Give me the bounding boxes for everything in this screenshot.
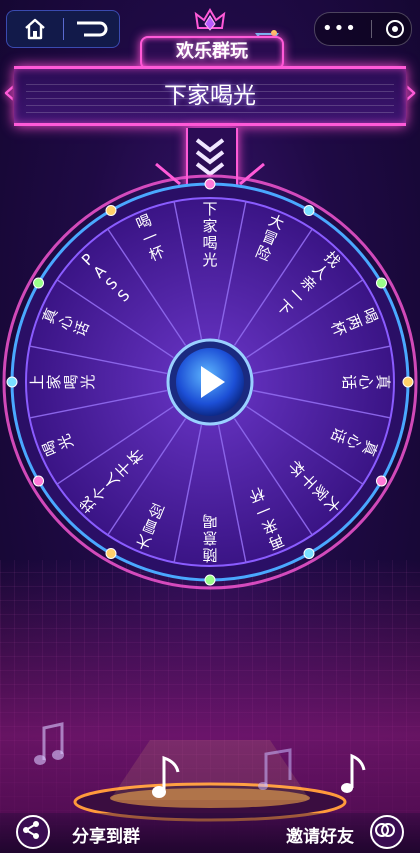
rim-light-bulb <box>6 376 18 388</box>
wheel-segment: 真心话 <box>340 374 392 389</box>
rim-light-bulb <box>375 277 387 289</box>
back-button[interactable] <box>63 11 119 47</box>
capsule-divider <box>370 20 372 38</box>
wheel-segment: 随意喝 <box>202 512 217 564</box>
wheel-graphic: 下家喝光大冒险 找人亲一下 喝两杯真心话真心话大家干杯再来一杯随意喝大冒险找个人干杯… <box>2 174 418 590</box>
bottom-bar <box>0 813 420 853</box>
wheel-segment: 下家喝光 <box>202 200 217 269</box>
result-banner: 下家喝光 <box>14 66 406 126</box>
share-to-group-label[interactable]: 分享到群 <box>72 822 140 847</box>
share-button[interactable] <box>16 815 50 849</box>
rim-light-bulb <box>105 205 117 217</box>
segment-label: 随意喝 <box>202 512 217 564</box>
right-arrow-icon[interactable]: › <box>402 72 420 114</box>
crown-gem-icon <box>194 8 226 31</box>
more-menu-icon[interactable]: ••• <box>322 20 357 38</box>
segment-label: 真心话 <box>340 374 392 389</box>
rim-light-bulb <box>204 574 216 586</box>
rim-light-bulb <box>33 277 45 289</box>
rim-light-bulb <box>33 475 45 487</box>
return-icon <box>77 21 108 37</box>
close-target-icon[interactable] <box>385 20 404 38</box>
nav-pill <box>6 10 120 48</box>
segment-label: 下家喝光 <box>202 200 217 269</box>
left-arrow-icon[interactable]: ‹ <box>0 72 18 114</box>
rim-light-bulb <box>303 547 315 559</box>
home-button[interactable] <box>7 11 63 47</box>
music-note-icon <box>341 753 366 793</box>
rim-light-bulb <box>402 376 414 388</box>
share-icon <box>23 821 39 839</box>
result-text: 下家喝光 <box>164 83 256 109</box>
invite-icon <box>375 823 395 837</box>
home-icon <box>24 18 45 40</box>
wheel-segment: 上家喝光 <box>28 374 97 389</box>
lucky-wheel: 下家喝光 大冒险 找人亲一下 喝两杯 真心话 真心话 大家干杯 再来一杯 随意喝 大冒险 找个人干杯… <box>0 172 420 592</box>
music-note-icon <box>152 755 180 798</box>
music-note-icon <box>34 722 64 765</box>
invite-friends-label[interactable]: 邀请好友 <box>286 822 354 847</box>
rim-light-bulb <box>105 547 117 559</box>
segment-label: 上家喝光 <box>28 374 97 389</box>
rim-light-bulb <box>204 178 216 190</box>
rim-light-bulb <box>303 205 315 217</box>
mini-program-capsule: ••• <box>314 12 412 46</box>
rim-light-bulb <box>375 475 387 487</box>
music-note-icon <box>258 748 292 790</box>
invite-button[interactable] <box>370 815 404 849</box>
app-logo: 欢乐群玩 <box>140 36 284 70</box>
